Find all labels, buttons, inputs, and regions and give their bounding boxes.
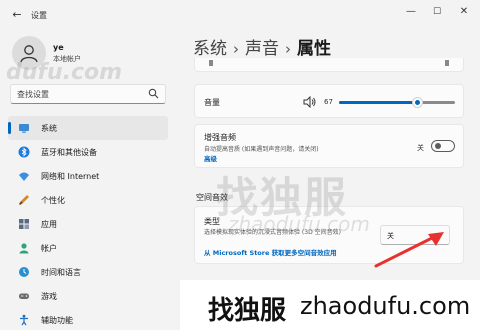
breadcrumb-sound[interactable]: 声音 <box>245 39 279 59</box>
enhance-audio-description: 自动提高音质 (如果遇到声音问题，请关闭) <box>204 146 319 153</box>
advanced-link[interactable]: 高级 <box>204 153 217 163</box>
search-icon[interactable] <box>148 88 159 99</box>
sidebar-item-label: 时间和语言 <box>41 267 81 277</box>
watermark-left: dufu.com <box>6 60 123 85</box>
volume-card: 音量 67 <box>194 84 464 118</box>
sidebar-item-bluetooth[interactable]: 蓝牙和其他设备 <box>8 140 168 164</box>
sidebar-item-label: 网络和 Internet <box>41 171 100 181</box>
back-arrow-icon[interactable]: ← <box>10 8 24 22</box>
watermark-center-url: zhaodufu.com <box>228 212 370 236</box>
toggle-state-label: 关 <box>417 144 424 152</box>
minimize-button[interactable]: — <box>402 4 420 20</box>
previous-setting-card <box>194 58 464 72</box>
apps-icon <box>18 218 30 230</box>
close-button[interactable]: ✕ <box>455 4 473 20</box>
sidebar-item-time-language[interactable]: 时间和语言 <box>8 260 168 284</box>
gamepad-icon <box>18 290 30 302</box>
sidebar-item-gaming[interactable]: 游戏 <box>8 284 168 308</box>
volume-label: 音量 <box>204 98 220 107</box>
volume-slider-thumb[interactable] <box>411 97 423 108</box>
maximize-button[interactable]: ☐ <box>428 4 446 20</box>
sidebar-nav: 系统 蓝牙和其他设备 网络和 Internet 个性化 应用 帐户 时间和语言 … <box>8 116 168 330</box>
wifi-icon <box>18 170 30 182</box>
brush-icon <box>18 194 30 206</box>
page-title: 属性 <box>297 39 331 59</box>
sidebar-item-network[interactable]: 网络和 Internet <box>8 164 168 188</box>
sidebar-item-label: 蓝牙和其他设备 <box>41 147 97 157</box>
toggle-knob <box>435 143 441 149</box>
search-input[interactable] <box>11 85 141 103</box>
app-title: 设置 <box>31 11 47 20</box>
title-bar: ← 设置 — ☐ ✕ <box>0 0 480 30</box>
cropped-control <box>209 60 213 66</box>
watermark-banner: 找独服 zhaodufu.com <box>180 280 480 330</box>
search-box[interactable] <box>10 84 166 104</box>
volume-slider-fill <box>339 101 417 104</box>
sidebar-item-accounts[interactable]: 帐户 <box>8 236 168 260</box>
store-link[interactable]: 从 Microsoft Store 获取更多空间音效应用 <box>204 247 337 257</box>
enhance-audio-title: 增强音频 <box>204 133 236 142</box>
sidebar-item-label: 游戏 <box>41 291 57 301</box>
watermark-banner-cn: 找独服 <box>208 296 287 326</box>
monitor-icon <box>18 122 30 134</box>
person-icon <box>18 242 30 254</box>
enhance-audio-toggle[interactable] <box>431 140 455 152</box>
sidebar-item-apps[interactable]: 应用 <box>8 212 168 236</box>
sidebar-item-label: 帐户 <box>41 243 57 253</box>
breadcrumb-separator: › <box>233 40 239 58</box>
globe-clock-icon <box>18 266 30 278</box>
sidebar-item-label: 应用 <box>41 219 57 229</box>
accessibility-icon <box>18 314 30 326</box>
annotation-arrow-icon <box>374 232 444 268</box>
enhance-audio-card: 增强音频 自动提高音质 (如果遇到声音问题，请关闭) 高级 关 <box>194 124 464 168</box>
volume-value: 67 <box>324 98 333 106</box>
sidebar-item-system[interactable]: 系统 <box>8 116 168 140</box>
sidebar-item-personalization[interactable]: 个性化 <box>8 188 168 212</box>
cropped-control <box>445 60 449 66</box>
user-name: ye <box>53 42 64 52</box>
watermark-banner-url: zhaodufu.com <box>300 292 471 320</box>
sidebar-item-label: 辅助功能 <box>41 315 73 325</box>
speaker-icon[interactable] <box>303 96 317 108</box>
breadcrumb: 系统 › 声音 › 属性 <box>193 34 331 59</box>
volume-slider[interactable] <box>339 97 455 108</box>
bluetooth-icon <box>18 146 30 158</box>
breadcrumb-separator: › <box>285 40 291 58</box>
sidebar-item-label: 系统 <box>41 123 57 133</box>
sidebar-item-label: 个性化 <box>41 195 65 205</box>
breadcrumb-system[interactable]: 系统 <box>193 39 227 59</box>
sidebar-item-accessibility[interactable]: 辅助功能 <box>8 308 168 330</box>
